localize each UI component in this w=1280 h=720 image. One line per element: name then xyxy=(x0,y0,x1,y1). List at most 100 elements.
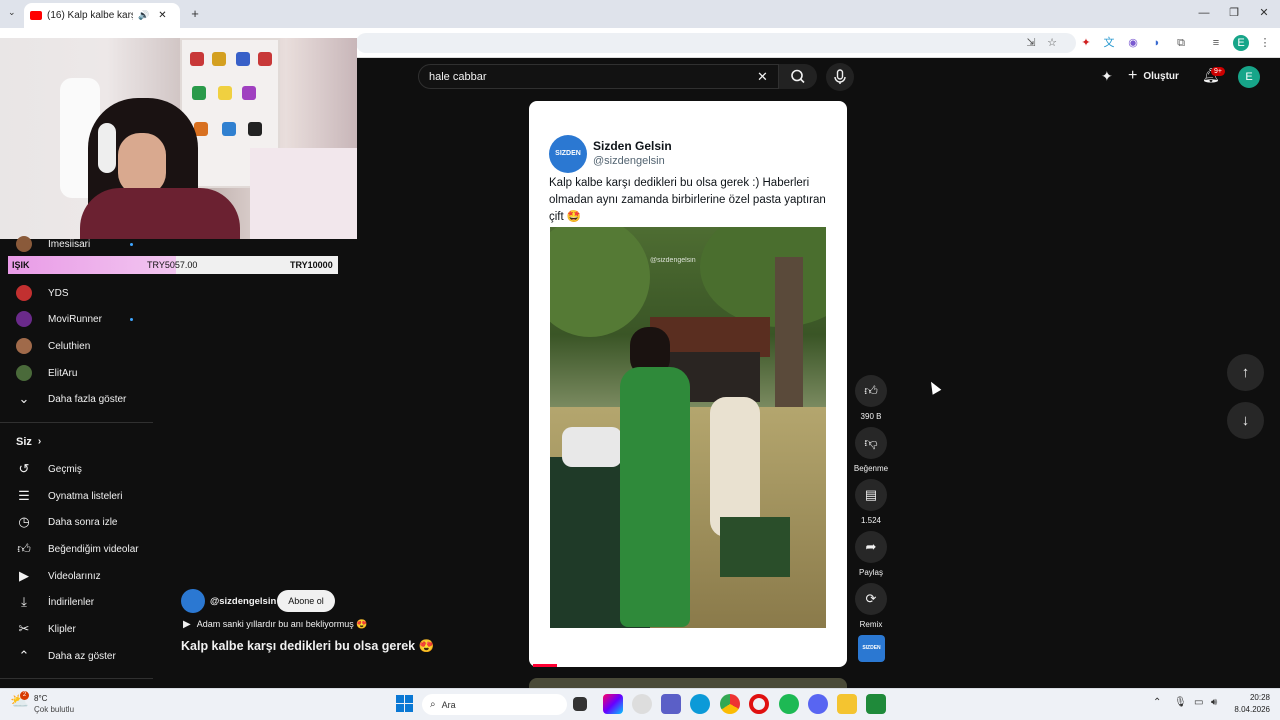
taskbar-search-label: Ara xyxy=(441,699,456,710)
sidebar-item-liked[interactable]: 👍︎ Beğendiğim videolar xyxy=(16,536,138,562)
shorts-video-player[interactable]: SIZDEN Gelsin Sizden Gelsin @sizdengelsi… xyxy=(529,101,847,667)
donation-name: IŞIK xyxy=(12,260,30,270)
like-action[interactable]: 👍︎ 390 B xyxy=(853,375,889,421)
user-avatar[interactable]: E xyxy=(1238,66,1260,88)
taskbar-search-box[interactable]: ⌕ Ara xyxy=(422,694,567,715)
sidebar-sub-imesiisari[interactable]: Imesiisari xyxy=(16,231,133,257)
mouse-cursor xyxy=(926,379,942,395)
windows-start-icon[interactable] xyxy=(396,695,413,712)
window-close-button[interactable]: ✕ xyxy=(1251,4,1277,22)
install-app-icon[interactable]: ⇲ xyxy=(1023,35,1039,51)
spotify-icon[interactable] xyxy=(779,694,799,714)
sidebar-item-clips[interactable]: ✂ Klipler xyxy=(16,616,76,642)
network-icon[interactable]: ▭ xyxy=(1194,697,1203,708)
comment-icon[interactable]: ▤ xyxy=(855,479,887,511)
search-icon xyxy=(791,69,805,84)
opera-icon[interactable] xyxy=(749,694,769,714)
sound-link[interactable]: ▶ Adam sanki yıllardır bu anı bekliyormu… xyxy=(183,619,367,630)
youtube-favicon-icon xyxy=(30,11,42,20)
task-view-icon[interactable] xyxy=(573,697,587,711)
thumbs-down-icon[interactable]: 👎︎ xyxy=(855,427,887,459)
channel-handle[interactable]: @sizdengelsin xyxy=(210,596,276,607)
search-button[interactable] xyxy=(779,64,817,89)
extensions-puzzle-icon[interactable]: ⧉ xyxy=(1173,35,1189,51)
volume-icon[interactable]: 🔊︎ xyxy=(1211,697,1217,708)
gemini-sparkle-icon[interactable]: ✦ xyxy=(1101,68,1113,85)
tab-search-icon[interactable]: ⌄ xyxy=(8,7,16,18)
sidebar-item-downloads[interactable]: ⤓ İndirilenler xyxy=(16,589,94,615)
download-icon: ⤓ xyxy=(21,594,27,609)
dislike-action[interactable]: 👎︎ Beğenme xyxy=(853,427,889,473)
sidebar-item-label: Klipler xyxy=(48,623,76,635)
playlist-icon: ☰ xyxy=(18,488,30,503)
chrome-icon[interactable] xyxy=(720,694,740,714)
channel-avatar[interactable] xyxy=(181,589,205,613)
tab-close-icon[interactable]: ✕ xyxy=(158,10,166,21)
tweet-author-handle: @sizdengelsin xyxy=(593,155,665,167)
sidebar-item-label: Videolarınız xyxy=(48,570,101,582)
clear-search-icon[interactable]: ✕ xyxy=(757,69,768,85)
teams-icon[interactable] xyxy=(661,694,681,714)
voice-search-button[interactable] xyxy=(826,63,854,91)
sidebar-sub-celuthien[interactable]: Celuthien xyxy=(16,333,90,359)
audio-playing-icon[interactable]: 🔊 xyxy=(138,10,149,21)
sidebar-sub-yds[interactable]: YDS xyxy=(16,280,69,306)
copilot-icon[interactable] xyxy=(603,694,623,714)
new-tab-button[interactable]: + xyxy=(186,5,204,23)
profile-avatar-icon[interactable]: E xyxy=(1233,35,1249,51)
sidebar-item-history[interactable]: ↺ Geçmiş xyxy=(16,456,82,482)
comments-action[interactable]: ▤ 1.524 xyxy=(853,479,889,525)
create-button[interactable]: + Oluştur xyxy=(1128,66,1179,86)
sidebar-item-playlists[interactable]: ☰ Oynatma listeleri xyxy=(16,483,122,509)
app-icon[interactable] xyxy=(866,694,886,714)
remix-action[interactable]: ⟳ Remix xyxy=(853,583,889,629)
next-short-button[interactable]: ↓ xyxy=(1227,402,1264,439)
clock-time[interactable]: 20:28 xyxy=(1230,693,1270,702)
show-more-button[interactable]: ⌄ Daha fazla göster xyxy=(16,386,127,412)
weather-desc: Çok bulutlu xyxy=(34,705,75,714)
thumbs-up-icon[interactable]: 👍︎ xyxy=(855,375,887,407)
discord-icon[interactable] xyxy=(808,694,828,714)
search-input[interactable]: hale cabbar xyxy=(418,64,779,89)
you-section-header[interactable]: Siz › xyxy=(16,436,41,448)
donation-goal: TRY10000 xyxy=(290,260,333,270)
minimize-button[interactable]: — xyxy=(1191,4,1217,22)
extension-translate-icon[interactable]: 文 xyxy=(1101,35,1117,51)
tab-list-icon[interactable]: ≡ xyxy=(1208,35,1224,51)
show-less-button[interactable]: ⌃ Daha az göster xyxy=(16,643,116,669)
extension-red-icon[interactable]: ✦ xyxy=(1078,35,1094,51)
extension-purple-icon[interactable]: ◉ xyxy=(1125,35,1141,51)
sound-thumbnail[interactable]: SIZDEN xyxy=(858,635,885,662)
browser-menu-icon[interactable]: ⋮ xyxy=(1257,35,1273,51)
sidebar-item-your-videos[interactable]: ▶ Videolarınız xyxy=(16,563,101,589)
extension-audio-icon[interactable]: ◗ xyxy=(1149,35,1165,51)
play-icon: ▶ xyxy=(183,619,191,630)
address-bar[interactable] xyxy=(356,33,1076,53)
remix-label: Remix xyxy=(859,620,883,629)
live-dot xyxy=(130,317,133,321)
short-title: Kalp kalbe karşı dedikleri bu olsa gerek… xyxy=(181,639,435,653)
edge-icon[interactable] xyxy=(690,694,710,714)
maximize-button[interactable]: ❐ xyxy=(1221,4,1247,22)
sidebar-item-watch-later[interactable]: ◷ Daha sonra izle xyxy=(16,509,117,535)
sidebar-sub-elitaru[interactable]: ElitAru xyxy=(16,360,77,386)
share-action[interactable]: ➦ Paylaş xyxy=(853,531,889,577)
remix-icon[interactable]: ⟳ xyxy=(855,583,887,615)
bookmark-star-icon[interactable]: ☆ xyxy=(1044,35,1060,51)
live-dot xyxy=(130,242,133,246)
sidebar-sub-movirunner[interactable]: MoviRunner xyxy=(16,306,133,332)
tray-chevron-icon[interactable]: ⌃ xyxy=(1153,697,1161,708)
video-progress-bar[interactable] xyxy=(533,664,557,667)
share-arrow-icon[interactable]: ➦ xyxy=(855,531,887,563)
weather-temp: 8°C xyxy=(34,694,48,703)
subscribe-button[interactable]: Abone ol xyxy=(277,590,335,612)
settings-gear-icon[interactable] xyxy=(632,694,652,714)
clock-icon: ◷ xyxy=(18,514,30,529)
channel-avatar xyxy=(16,236,32,252)
browser-tab[interactable]: (16) Kalp kalbe karşı dedikle 🔊 ✕ xyxy=(24,3,180,28)
previous-short-button[interactable]: ↑ xyxy=(1227,354,1264,391)
video-icon: ▶ xyxy=(19,568,29,583)
microphone-tray-icon[interactable]: 🎙︎ xyxy=(1174,697,1187,708)
clock-date[interactable]: 8.04.2026 xyxy=(1226,705,1270,714)
file-explorer-icon[interactable] xyxy=(837,694,857,714)
